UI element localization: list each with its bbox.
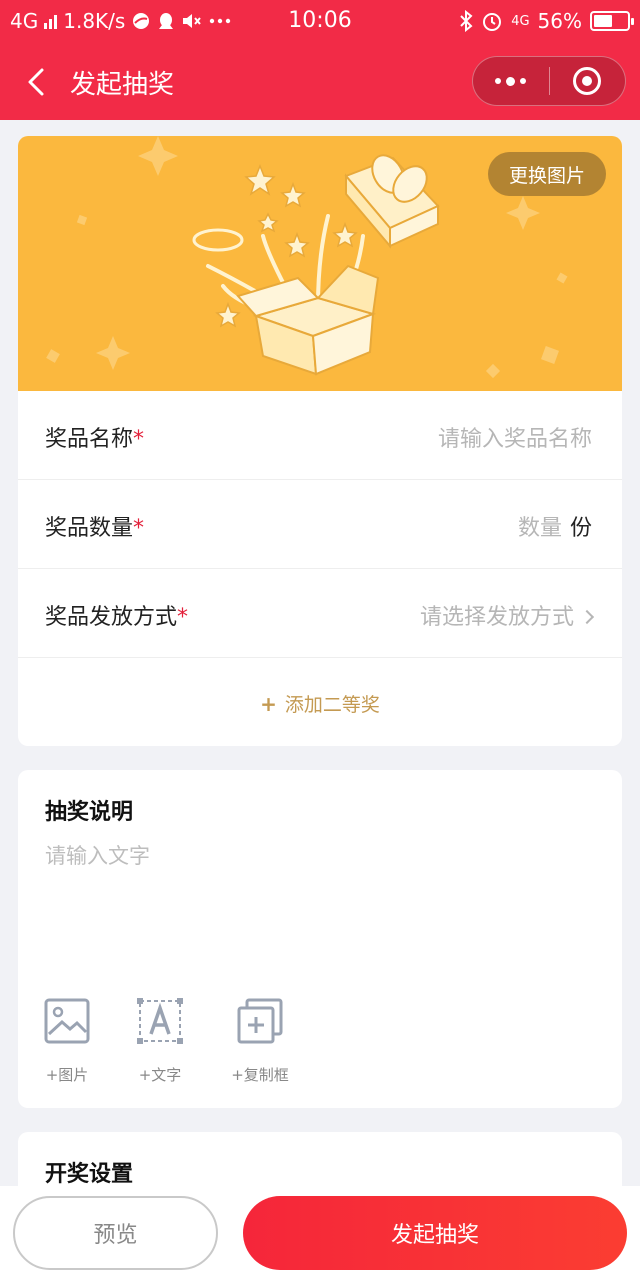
network-label-2: 4G [511, 13, 530, 29]
required-mark: * [133, 427, 145, 452]
draw-settings-title: 开奖设置 [45, 1162, 134, 1187]
prize-method-select[interactable]: 请选择发放方式 [419, 599, 595, 631]
add-image-label: +图片 [45, 1066, 89, 1084]
quantity-unit: 份 [569, 516, 592, 541]
alarm-icon [483, 13, 502, 31]
add-second-prize-label: 添加二等奖 [284, 694, 380, 716]
add-text-tool[interactable]: +文字 [120, 998, 200, 1085]
required-mark: * [177, 605, 189, 630]
description-input[interactable]: 请输入文字 [45, 840, 150, 870]
description-card: 抽奖说明 请输入文字 +图片 +文字 +复制框 [18, 770, 622, 1108]
start-lottery-button[interactable]: 发起抽奖 [243, 1196, 627, 1270]
nav-bar: 发起抽奖 [0, 44, 640, 120]
add-text-label: +文字 [138, 1066, 182, 1084]
image-icon [44, 998, 90, 1044]
battery-percent: 56% [537, 9, 582, 33]
required-mark: * [133, 516, 145, 541]
page-title: 发起抽奖 [70, 70, 175, 100]
prize-quantity-input[interactable]: 数量 [518, 516, 562, 541]
prize-method-placeholder: 请选择发放方式 [419, 605, 574, 630]
close-button[interactable] [550, 57, 626, 105]
prize-quantity-field: 数量份 [518, 510, 592, 542]
preview-button[interactable]: 预览 [13, 1196, 218, 1270]
prize-name-label-text: 奖品名称 [45, 427, 134, 452]
prize-quantity-label: 奖品数量* [45, 510, 144, 542]
prize-name-label: 奖品名称* [45, 421, 144, 453]
description-title: 抽奖说明 [45, 800, 134, 825]
chevron-right-icon [579, 609, 595, 625]
battery-fill [594, 15, 612, 27]
top-bar: 4G 1.8K/s 10:06 4G 56% 发起抽奖 [0, 0, 640, 120]
prize-quantity-row[interactable]: 奖品数量* 数量份 [18, 480, 622, 569]
back-button[interactable] [22, 62, 58, 102]
prize-method-label: 奖品发放方式* [45, 599, 188, 631]
bottom-action-bar: 预览 发起抽奖 [0, 1186, 640, 1280]
prize-method-row[interactable]: 奖品发放方式* 请选择发放方式 [18, 569, 622, 658]
close-circle-icon [573, 67, 602, 95]
add-copy-box-tool[interactable]: +复制框 [220, 998, 300, 1085]
more-button[interactable] [473, 57, 549, 105]
prize-name-row[interactable]: 奖品名称* 请输入奖品名称 [18, 391, 622, 480]
text-icon [137, 998, 183, 1044]
change-image-button[interactable]: 更换图片 [488, 152, 606, 196]
chevron-left-icon [28, 68, 44, 96]
prize-quantity-label-text: 奖品数量 [45, 516, 134, 541]
mini-program-capsule [472, 56, 626, 106]
prize-banner: 更换图片 [18, 136, 622, 391]
copy-box-icon [237, 998, 283, 1044]
prize-method-label-text: 奖品发放方式 [45, 605, 178, 630]
bluetooth-icon [460, 10, 473, 32]
plus-icon: + [260, 691, 277, 716]
add-second-prize-button[interactable]: + 添加二等奖 [18, 661, 622, 746]
prize-name-input[interactable]: 请输入奖品名称 [438, 421, 592, 453]
add-copy-box-label: +复制框 [231, 1066, 289, 1084]
prize-card: 更换图片 奖品名称* 请输入奖品名称 奖品数量* 数量份 奖品发放方式* 请选择… [18, 136, 622, 746]
add-image-tool[interactable]: +图片 [27, 998, 107, 1085]
status-right: 4G 56% [459, 9, 634, 33]
more-icon [495, 76, 527, 86]
status-bar: 4G 1.8K/s 10:06 4G 56% [0, 0, 640, 44]
battery-icon [590, 11, 634, 31]
